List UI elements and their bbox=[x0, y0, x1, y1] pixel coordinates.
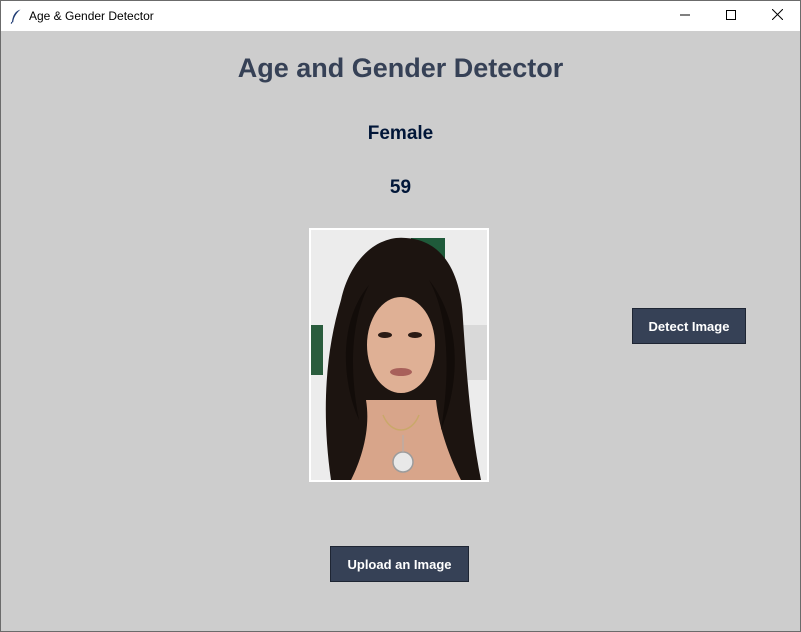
maximize-button[interactable] bbox=[708, 1, 754, 31]
app-window: Age & Gender Detector Age and Gender Det… bbox=[0, 0, 801, 632]
portrait-photo bbox=[311, 230, 487, 480]
upload-image-button[interactable]: Upload an Image bbox=[330, 546, 469, 582]
detect-image-button[interactable]: Detect Image bbox=[632, 308, 746, 344]
page-title: Age and Gender Detector bbox=[237, 53, 564, 83]
gender-result: Female bbox=[367, 123, 434, 144]
close-icon bbox=[771, 7, 783, 25]
maximize-icon bbox=[726, 7, 736, 25]
minimize-icon bbox=[680, 7, 690, 25]
title-bar[interactable]: Age & Gender Detector bbox=[1, 1, 800, 31]
age-result: 59 bbox=[389, 177, 412, 198]
uploaded-image bbox=[309, 228, 489, 482]
feather-icon bbox=[9, 8, 23, 24]
close-button[interactable] bbox=[754, 1, 800, 31]
minimize-button[interactable] bbox=[662, 1, 708, 31]
window-title: Age & Gender Detector bbox=[29, 9, 154, 23]
window-controls bbox=[662, 1, 800, 31]
